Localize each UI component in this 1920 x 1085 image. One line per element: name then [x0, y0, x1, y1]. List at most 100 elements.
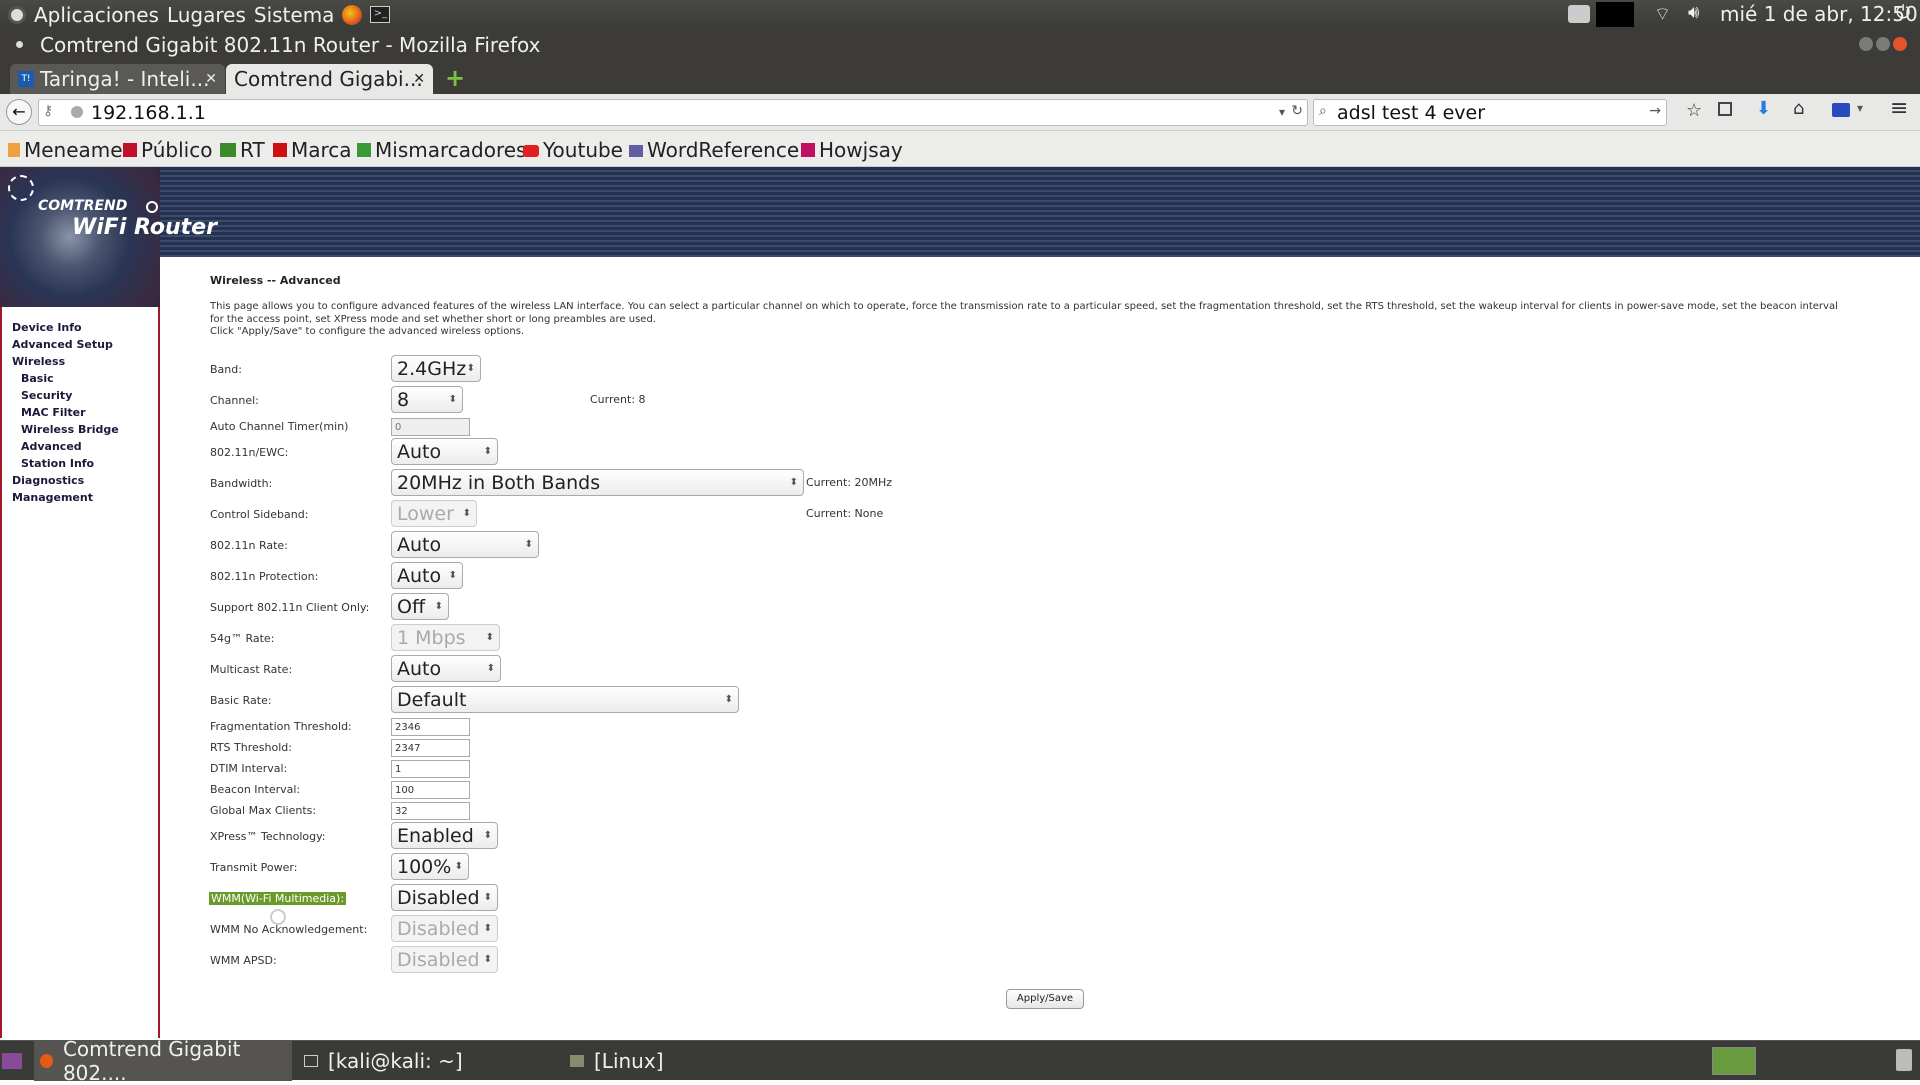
download-icon[interactable]: ⬇ [1756, 98, 1771, 119]
menu-advanced[interactable]: Advanced [12, 438, 158, 455]
power-icon[interactable]: ⏻ [1896, 2, 1910, 23]
search-go-icon[interactable]: → [1649, 103, 1661, 119]
maximize-button[interactable] [1876, 37, 1890, 51]
mouse-cursor-icon [270, 909, 286, 925]
menu-applications[interactable]: Aplicaciones [34, 3, 159, 27]
tab-comtrend[interactable]: Comtrend Gigabi... ✕ [226, 64, 433, 94]
xpress-select[interactable]: Enabled [391, 822, 498, 849]
firefox-launcher-icon[interactable] [342, 4, 363, 25]
reading-list-icon[interactable] [1718, 102, 1732, 116]
ubuntu-menu-icon[interactable] [8, 5, 26, 24]
g-rate-select[interactable]: 1 Mbps [391, 624, 500, 651]
search-input[interactable]: adsl test 4 ever [1337, 102, 1485, 124]
minimize-button[interactable] [1859, 37, 1873, 51]
bookmark-rt[interactable]: RT [220, 138, 265, 162]
rts-threshold-input[interactable]: 2347 [391, 739, 470, 757]
comtrend-logo: COMTREND WiFi Router [0, 167, 217, 307]
bookmark-howjsay[interactable]: Howjsay [801, 138, 903, 162]
menu-security[interactable]: Security [12, 387, 158, 404]
system-top-panel: Aplicaciones Lugares Sistema >_ ⌔ 🔊︎ mié… [0, 0, 1920, 29]
url-text[interactable]: 192.168.1.1 [91, 102, 206, 124]
firefox-icon [40, 1054, 53, 1068]
search-icon: ⌕ [1319, 103, 1327, 119]
back-button[interactable]: ← [6, 99, 32, 125]
addon-dropdown-icon[interactable]: ▾ [1857, 101, 1863, 115]
menu-mac-filter[interactable]: MAC Filter [12, 404, 158, 421]
menu-management[interactable]: Management [12, 489, 158, 506]
menu-device-info[interactable]: Device Info [12, 319, 158, 336]
menu-wireless-bridge[interactable]: Wireless Bridge [12, 421, 158, 438]
hamburger-menu-icon[interactable]: ≡ [1890, 96, 1908, 121]
control-sideband-select[interactable]: Lower [391, 500, 477, 527]
max-clients-input[interactable]: 32 [391, 802, 470, 820]
tab-close-icon[interactable]: ✕ [205, 71, 217, 87]
n-client-only-select[interactable]: Off [391, 593, 449, 620]
g-rate-label: 54g™ Rate: [210, 632, 275, 645]
tab-taringa[interactable]: T! Taringa! - Inteli... ✕ [10, 64, 225, 94]
home-icon[interactable]: ⌂ [1793, 98, 1804, 119]
wmm-apsd-select[interactable]: Disabled [391, 946, 498, 973]
reload-icon[interactable]: ↻ [1291, 103, 1303, 119]
wmm-noack-select[interactable]: Disabled [391, 915, 498, 942]
menu-places[interactable]: Lugares [167, 3, 246, 27]
beacon-input[interactable]: 100 [391, 781, 470, 799]
menu-advanced-setup[interactable]: Advanced Setup [12, 336, 158, 353]
new-tab-icon[interactable]: + [445, 64, 465, 92]
beacon-label: Beacon Interval: [210, 783, 301, 796]
menu-station-info[interactable]: Station Info [12, 455, 158, 472]
wmm-select[interactable]: Disabled [391, 884, 498, 911]
n-rate-value: Auto [397, 533, 442, 556]
n-protection-select[interactable]: Auto [391, 562, 463, 589]
tx-power-select[interactable]: 100% [391, 853, 469, 880]
meneame-favicon-icon [8, 143, 20, 157]
taskbar-terminal[interactable]: [kali@kali: ~] [304, 1041, 463, 1081]
bookmark-star-icon[interactable]: ☆ [1686, 100, 1702, 121]
menu-system[interactable]: Sistema [254, 3, 335, 27]
bandwidth-select[interactable]: 20MHz in Both Bands [391, 469, 804, 496]
menu-wireless[interactable]: Wireless [12, 353, 158, 370]
navigation-toolbar: ← ⚷ 192.168.1.1 ▾ ↻ ⌕ adsl test 4 ever →… [0, 94, 1920, 131]
dtim-input[interactable]: 1 [391, 760, 470, 778]
page-description: This page allows you to configure advanc… [210, 301, 1838, 325]
apply-save-button[interactable]: Apply/Save [1006, 989, 1084, 1009]
bookmark-youtube[interactable]: Youtube [523, 138, 623, 162]
logo-rings-icon [146, 201, 158, 213]
bookmark-label: Mismarcadores [375, 138, 527, 162]
search-bar[interactable]: ⌕ adsl test 4 ever → [1313, 99, 1667, 126]
bookmark-mismarcadores[interactable]: Mismarcadores [357, 138, 526, 162]
url-dropdown-icon[interactable]: ▾ [1279, 105, 1285, 119]
n-rate-select[interactable]: Auto [391, 531, 539, 558]
n-ewc-select[interactable]: Auto [391, 438, 498, 465]
channel-select[interactable]: 8 [391, 386, 463, 413]
show-desktop-icon[interactable] [2, 1041, 22, 1081]
taskbar-firefox[interactable]: Comtrend Gigabit 802.... [34, 1037, 292, 1085]
identity-key-icon[interactable]: ⚷ [43, 103, 53, 119]
frag-threshold-input[interactable]: 2346 [391, 718, 470, 736]
bookmark-meneame[interactable]: Meneame [8, 138, 123, 162]
clock[interactable]: mié 1 de abr, 12:50 [1720, 2, 1918, 26]
bookmark-publico[interactable]: Público [123, 138, 212, 162]
basic-rate-select[interactable]: Default [391, 686, 739, 713]
bookmark-marca[interactable]: Marca [273, 138, 352, 162]
bookmark-wordreference[interactable]: WordReference [629, 138, 799, 162]
multicast-rate-select[interactable]: Auto [391, 655, 501, 682]
taskbar-folder[interactable]: [Linux] [570, 1041, 664, 1081]
logo-product: WiFi Router [72, 215, 217, 240]
close-button[interactable] [1893, 37, 1907, 51]
addon-icon[interactable] [1832, 103, 1850, 117]
screenshot-icon[interactable] [1568, 5, 1590, 23]
terminal-launcher-icon[interactable]: >_ [370, 6, 391, 23]
xpress-value: Enabled [397, 824, 474, 847]
bookmark-label: WordReference [647, 138, 800, 162]
menu-diagnostics[interactable]: Diagnostics [12, 472, 158, 489]
workspace-switcher[interactable] [1712, 1047, 1756, 1075]
trash-icon[interactable] [1896, 1049, 1912, 1071]
url-bar[interactable]: ⚷ 192.168.1.1 ▾ ↻ [38, 99, 1308, 126]
wifi-icon[interactable]: ⌔ [1654, 3, 1671, 26]
band-select[interactable]: 2.4GHz [391, 355, 481, 382]
auto-channel-timer-input[interactable]: 0 [391, 418, 470, 436]
tab-strip: T! Taringa! - Inteli... ✕ Comtrend Gigab… [0, 60, 1920, 94]
menu-basic[interactable]: Basic [12, 370, 158, 387]
volume-icon[interactable]: 🔊︎ [1688, 2, 1699, 23]
tab-close-icon[interactable]: ✕ [413, 71, 425, 87]
